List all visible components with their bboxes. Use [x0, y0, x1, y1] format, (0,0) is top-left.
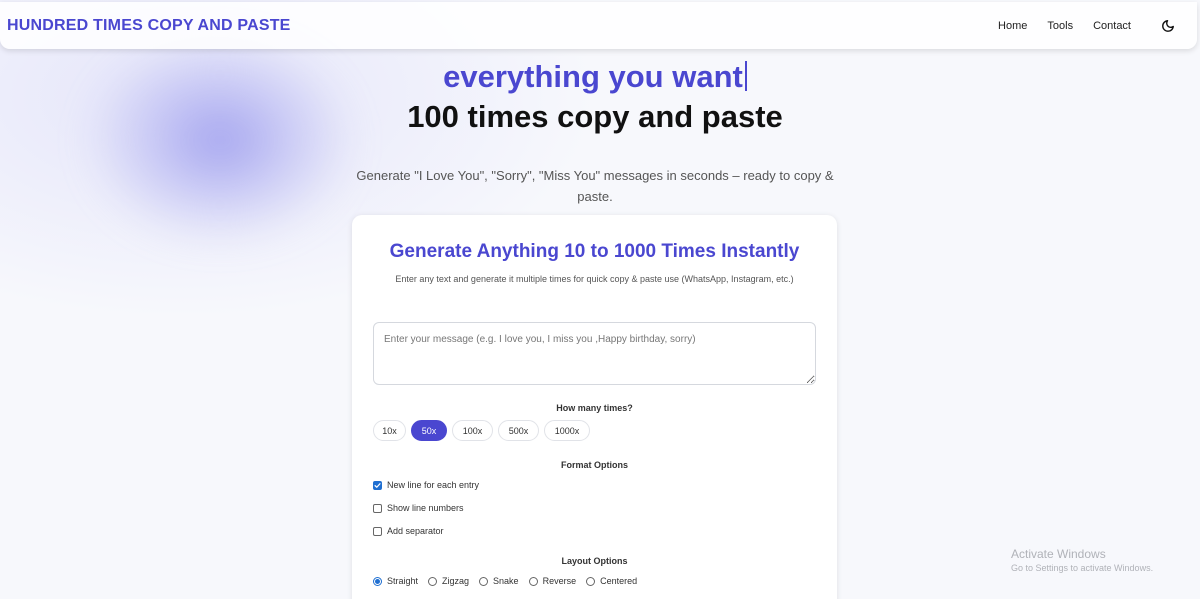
nav-contact-link[interactable]: Contact [1093, 20, 1131, 32]
layout-reverse-option[interactable]: Reverse [528, 576, 577, 586]
brand-logo[interactable]: HUNDRED TIMES COPY AND PASTE [7, 17, 291, 35]
line-numbers-checkbox[interactable] [373, 503, 382, 513]
hero-typed-line: everything you want [0, 58, 1190, 96]
layout-zigzag-option[interactable]: Zigzag [428, 576, 469, 586]
watermark-title: Activate Windows [1011, 547, 1106, 561]
watermark-subtitle: Go to Settings to activate Windows. [1011, 563, 1154, 573]
layout-snake-option[interactable]: Snake [479, 576, 519, 586]
format-options-label: Format Options [561, 460, 628, 470]
windows-activation-watermark: Activate Windows Go to Settings to activ… [1011, 547, 1153, 573]
layout-zigzag-label: Zigzag [442, 576, 470, 586]
hero-typed-text: everything you want [443, 59, 743, 94]
card-description: Enter any text and generate it multiple … [395, 274, 794, 284]
times-label: How many times? [556, 403, 633, 413]
card-title: Generate Anything 10 to 1000 Times Insta… [389, 241, 800, 262]
layout-snake-label: Snake [493, 576, 519, 586]
nav-home-link[interactable]: Home [998, 20, 1027, 32]
layout-centered-label: Centered [600, 576, 638, 586]
layout-reverse-label: Reverse [542, 576, 577, 586]
navbar: HUNDRED TIMES COPY AND PASTE Home Tools … [0, 2, 1197, 49]
layout-reverse-radio[interactable] [528, 576, 538, 586]
moon-icon[interactable] [1159, 17, 1177, 35]
generator-card: Generate Anything 10 to 1000 Times Insta… [352, 215, 837, 599]
separator-checkbox[interactable] [373, 526, 382, 536]
hero-title: 100 times copy and paste [407, 99, 783, 134]
layout-options-label: Layout Options [561, 556, 628, 566]
layout-snake-radio[interactable] [479, 576, 489, 586]
times-50x-button[interactable]: 50x [411, 420, 447, 441]
typing-caret [744, 61, 747, 91]
times-1000x-button[interactable]: 1000x [544, 420, 590, 441]
layout-centered-option[interactable]: Centered [586, 576, 637, 586]
times-100x-button[interactable]: 100x [452, 420, 493, 441]
message-input[interactable] [373, 322, 816, 385]
layout-options: Straight Zigzag Snake Reverse Centered [373, 576, 637, 586]
separator-label: Add separator [387, 526, 444, 536]
line-numbers-option[interactable]: Show line numbers [373, 503, 464, 513]
nav-links: Home Tools Contact [998, 17, 1177, 35]
layout-straight-option[interactable]: Straight [373, 576, 418, 586]
new-line-option[interactable]: New line for each entry [373, 480, 479, 490]
hero: everything you want 100 times copy and p… [0, 58, 1190, 137]
nav-tools-link[interactable]: Tools [1047, 20, 1073, 32]
layout-centered-radio[interactable] [586, 576, 596, 586]
new-line-label: New line for each entry [387, 480, 480, 490]
hero-subtitle: Generate "I Love You", "Sorry", "Miss Yo… [356, 168, 834, 204]
new-line-checkbox[interactable] [373, 480, 382, 490]
times-500x-button[interactable]: 500x [498, 420, 539, 441]
layout-straight-radio[interactable] [373, 576, 382, 586]
line-numbers-label: Show line numbers [387, 503, 464, 513]
separator-option[interactable]: Add separator [373, 526, 444, 536]
times-10x-button[interactable]: 10x [373, 420, 406, 441]
times-options: 10x 50x 100x 500x 1000x [373, 420, 590, 441]
layout-zigzag-radio[interactable] [428, 576, 438, 586]
layout-straight-label: Straight [387, 576, 419, 586]
